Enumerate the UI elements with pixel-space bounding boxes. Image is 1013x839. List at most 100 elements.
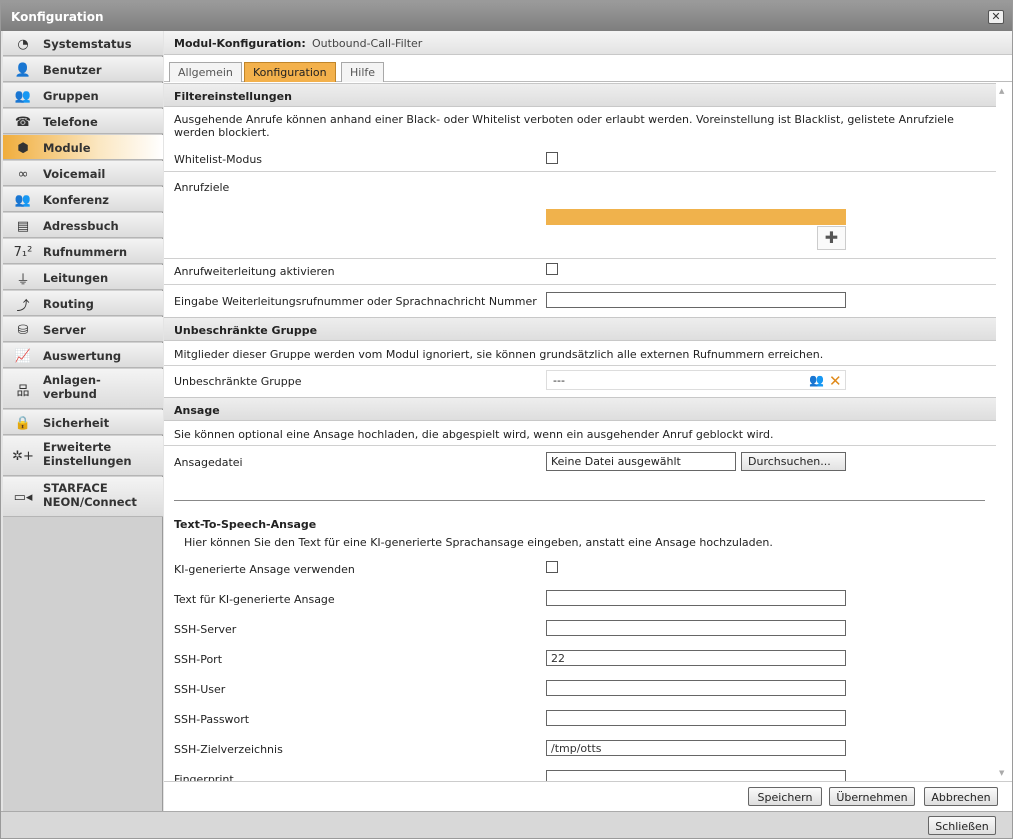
section-header-announcement: Ansage [164, 397, 996, 421]
sidebar-item-systemstatus[interactable]: ◔ Systemstatus [3, 31, 163, 56]
ssh-dir-input[interactable] [546, 740, 846, 756]
main-panel: Modul-Konfiguration: Outbound-Call-Filte… [164, 31, 1012, 811]
sidebar-item-routing[interactable]: ⤴ Routing [3, 291, 163, 316]
network-icon: 品 [16, 383, 30, 399]
use-ai-checkbox[interactable] [546, 561, 558, 573]
divider [164, 258, 996, 259]
tts-text-input[interactable] [546, 590, 846, 606]
tab-konfiguration[interactable]: Konfiguration [244, 62, 336, 82]
sidebar-item-module[interactable]: ⬢ Module [3, 135, 163, 160]
module-name: Outbound-Call-Filter [312, 37, 423, 50]
addressbook-icon: ▤ [16, 218, 30, 234]
sidebar: ◔ Systemstatus 👤 Benutzer 👥 Gruppen ☎ Telefone ⬢… [3, 31, 163, 811]
ssh-dir-label: SSH-Zielverzeichnis [174, 743, 283, 756]
tab-hilfe[interactable]: Hilfe [341, 62, 385, 82]
sidebar-item-voicemail[interactable]: ∞ Voicemail [3, 161, 163, 186]
content-scrollbar[interactable]: ▲ ▼ [996, 83, 1010, 781]
sidebar-item-label: Routing [43, 297, 94, 311]
footer: Speichern Übernehmen Abbrechen [164, 781, 1012, 811]
group-picker-icon[interactable]: 👥 [809, 373, 824, 387]
tts-title: Text-To-Speech-Ansage [174, 518, 317, 531]
pie-chart-icon: ◔ [17, 36, 29, 52]
forward-number-label: Eingabe Weiterleitungsrufnummer oder Spr… [174, 295, 537, 308]
sidebar-item-label: Konferenz [43, 193, 109, 207]
scroll-up-icon[interactable]: ▲ [999, 87, 1004, 95]
cube-icon: ⬢ [17, 140, 29, 156]
clear-icon[interactable]: ✕ [829, 372, 842, 390]
sidebar-item-label: Module [43, 141, 91, 155]
divider [164, 445, 996, 446]
file-label: Ansagedatei [174, 456, 243, 469]
save-button[interactable]: Speichern [748, 787, 822, 806]
sidebar-item-label: Voicemail [43, 167, 106, 181]
sidebar-item-auswertung[interactable]: 📈 Auswertung [3, 343, 163, 368]
fingerprint-label: Fingerprint [174, 773, 234, 781]
ssh-port-input[interactable] [546, 650, 846, 666]
scroll-down-icon[interactable]: ▼ [999, 769, 1004, 777]
sidebar-item-label: Systemstatus [43, 37, 132, 51]
group-icon: 👥 [14, 88, 32, 104]
divider [164, 171, 996, 172]
browse-button[interactable]: Durchsuchen... [741, 452, 846, 471]
sidebar-item-label: Leitungen [43, 271, 109, 285]
close-button[interactable]: Schließen [928, 816, 996, 835]
tab-allgemein[interactable]: Allgemein [169, 62, 242, 82]
use-ai-label: KI-generierte Ansage verwenden [174, 563, 355, 576]
ssh-port-label: SSH-Port [174, 653, 223, 666]
add-target-button[interactable]: ✚ [817, 226, 846, 250]
cancel-button[interactable]: Abbrechen [924, 787, 998, 806]
lines-icon: ⏚ [16, 272, 30, 288]
sidebar-item-label: Erweiterte Einstellungen [43, 440, 132, 468]
sidebar-item-telefone[interactable]: ☎ Telefone [3, 109, 163, 134]
sidebar-item-sicherheit[interactable]: 🔒 Sicherheit [3, 410, 163, 435]
section-header-unrestricted: Unbeschränkte Gruppe [164, 317, 996, 341]
config-window: Konfiguration ✕ ◔ Systemstatus 👤 Benutzer 👥 G… [0, 0, 1013, 839]
sidebar-item-label: Sicherheit [43, 416, 110, 430]
sidebar-item-label: Server [43, 323, 86, 337]
whitelist-label: Whitelist-Modus [174, 153, 263, 166]
sidebar-item-erweiterte-einstellungen[interactable]: ✲+ Erweiterte Einstellungen [3, 436, 163, 476]
ssh-server-label: SSH-Server [174, 623, 237, 636]
window-titlebar: Konfiguration ✕ [1, 1, 1012, 31]
whitelist-checkbox[interactable] [546, 152, 558, 164]
sidebar-item-label: Auswertung [43, 349, 122, 363]
sidebar-item-adressbuch[interactable]: ▤ Adressbuch [3, 213, 163, 238]
fingerprint-input[interactable] [546, 770, 846, 781]
sidebar-item-rufnummern[interactable]: 7₁² Rufnummern [3, 239, 163, 264]
sidebar-item-konferenz[interactable]: 👥 Konferenz [3, 187, 163, 212]
ssh-password-input[interactable] [546, 710, 846, 726]
forward-checkbox[interactable] [546, 263, 558, 275]
sidebar-item-benutzer[interactable]: 👤 Benutzer [3, 57, 163, 82]
targets-list[interactable] [546, 209, 846, 225]
module-header: Modul-Konfiguration: Outbound-Call-Filte… [164, 31, 1012, 55]
apply-button[interactable]: Übernehmen [829, 787, 915, 806]
advanced-settings-icon: ✲+ [12, 448, 34, 464]
divider [164, 284, 996, 285]
window-title: Konfiguration [11, 10, 104, 24]
ssh-user-label: SSH-User [174, 683, 226, 696]
ssh-user-input[interactable] [546, 680, 846, 696]
forward-number-input[interactable] [546, 292, 846, 308]
sidebar-item-server[interactable]: ⛁ Server [3, 317, 163, 342]
group-label: Unbeschränkte Gruppe [174, 375, 302, 388]
chart-icon: 📈 [14, 348, 32, 364]
sidebar-item-leitungen[interactable]: ⏚ Leitungen [3, 265, 163, 290]
close-icon[interactable]: ✕ [988, 10, 1004, 24]
sidebar-item-gruppen[interactable]: 👥 Gruppen [3, 83, 163, 108]
group-select[interactable]: --- 👥 ✕ [546, 370, 846, 390]
sidebar-item-label: Gruppen [43, 89, 99, 103]
sidebar-item-label: STARFACE NEON/Connect [43, 481, 137, 509]
sidebar-item-starface-neon-connect[interactable]: ▭◂ STARFACE NEON/Connect [3, 477, 163, 517]
sidebar-item-anlagen-verbund[interactable]: 品 Anlagen- verbund [3, 369, 163, 409]
forward-label: Anrufweiterleitung aktivieren [174, 265, 335, 278]
plus-icon: ✚ [824, 228, 839, 247]
video-icon: ▭◂ [13, 489, 33, 505]
lock-icon: 🔒 [14, 415, 32, 431]
numbers-icon: 7₁² [13, 244, 33, 260]
file-name-field: Keine Datei ausgewählt [546, 452, 736, 471]
targets-label: Anrufziele [174, 181, 230, 194]
sidebar-item-label: Anlagen- verbund [43, 373, 101, 401]
ssh-server-input[interactable] [546, 620, 846, 636]
module-header-label: Modul-Konfiguration: [174, 37, 306, 50]
phone-icon: ☎ [14, 114, 32, 130]
